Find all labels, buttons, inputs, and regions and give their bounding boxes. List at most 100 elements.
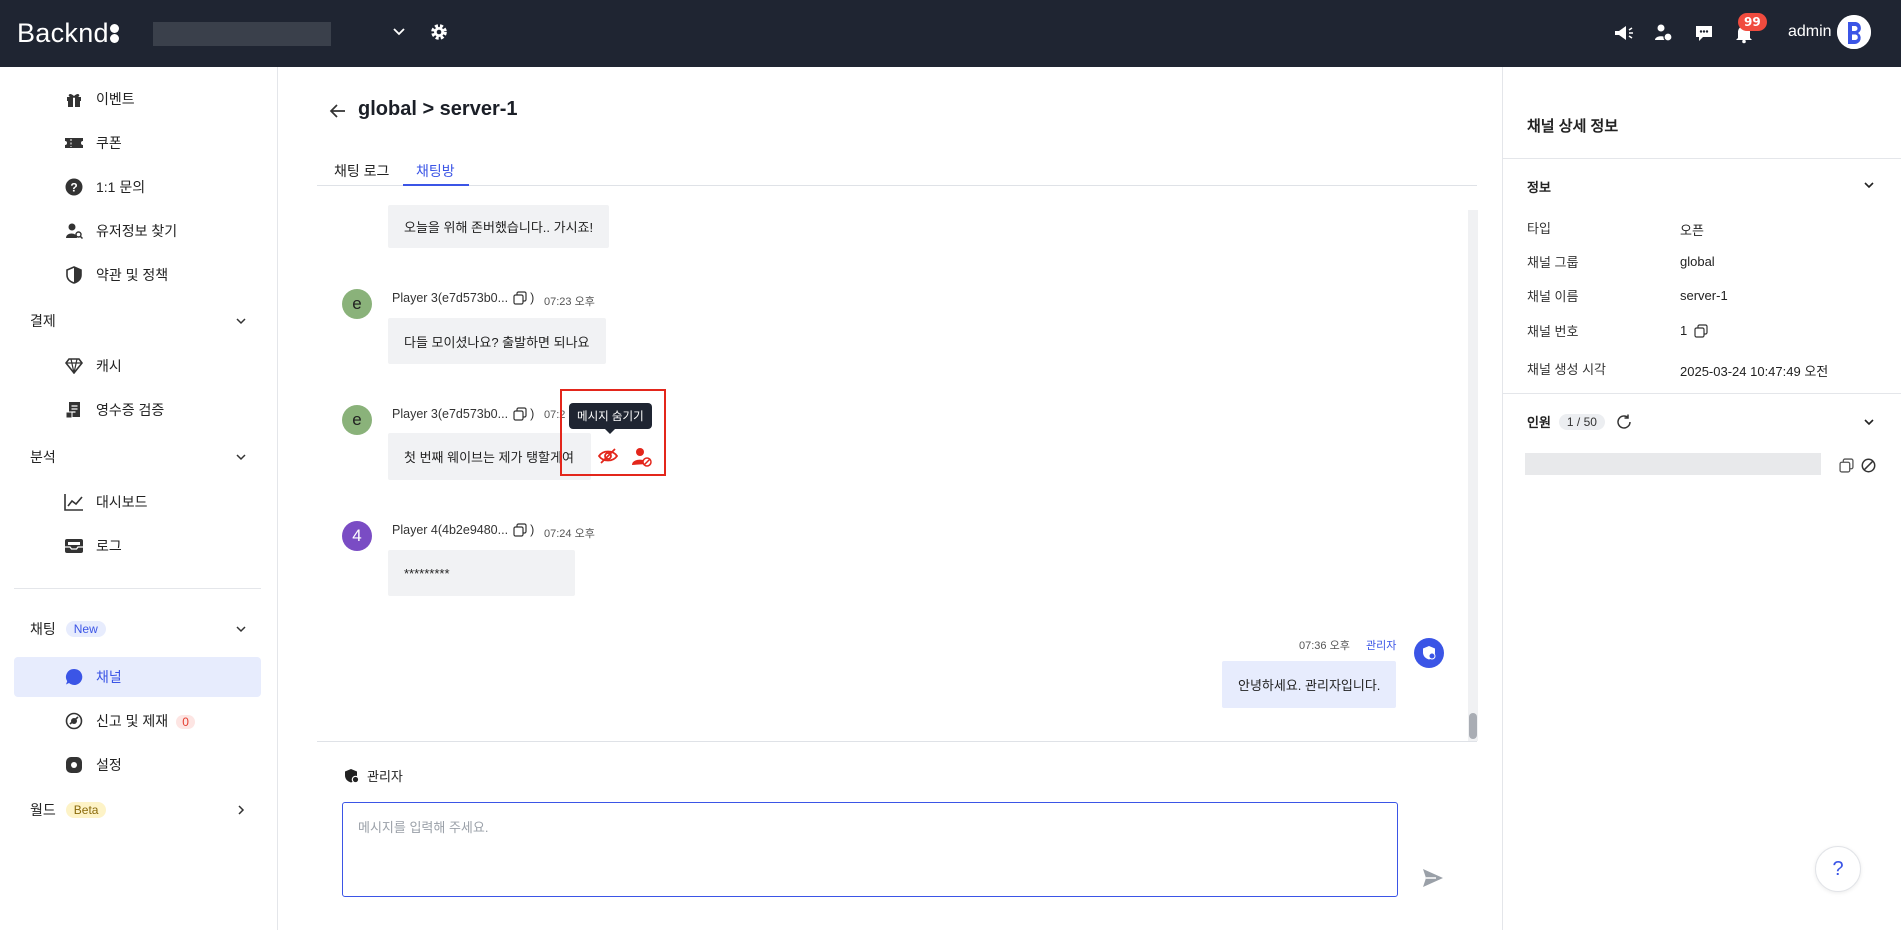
sidebar-item-label: 이벤트	[96, 91, 135, 107]
send-icon[interactable]	[1421, 866, 1445, 890]
report-icon	[64, 711, 84, 731]
message-sender-admin: 관리자	[1366, 640, 1397, 652]
section-info-header[interactable]: 정보	[1527, 177, 1551, 196]
composer-label: 관리자	[367, 769, 403, 784]
chevron-down-icon[interactable]	[1862, 415, 1876, 429]
divider	[1503, 158, 1901, 159]
sidebar-item-events[interactable]: 이벤트	[14, 79, 261, 119]
admin-name[interactable]: admin	[1788, 23, 1832, 41]
sidebar-divider	[14, 588, 261, 589]
sidebar-item-dashboard[interactable]: 대시보드	[14, 482, 261, 522]
chat-scroll-thumb[interactable]	[1469, 713, 1477, 739]
field-value: server-1	[1680, 288, 1728, 303]
sidebar-group-chat[interactable]: 채팅 New	[30, 614, 248, 644]
copy-icon[interactable]	[513, 523, 527, 537]
gear-icon[interactable]	[429, 22, 449, 42]
admin-avatar	[1414, 638, 1444, 668]
sidebar-item-label: 신고 및 제재 0	[96, 711, 195, 731]
sidebar-item-receipt[interactable]: 영수증 검증	[14, 390, 261, 430]
sender-paren: )	[530, 407, 535, 421]
sidebar-group-analytics[interactable]: 분석	[30, 442, 248, 472]
chevron-down-icon	[236, 454, 246, 461]
tab-chat-log[interactable]: 채팅 로그	[334, 161, 389, 186]
inbox-icon	[64, 536, 84, 556]
chat-divider	[317, 741, 1477, 742]
message-bubble: *********	[388, 550, 575, 596]
shield-user-icon	[345, 768, 360, 783]
chart-line-icon	[64, 492, 84, 512]
field-key: 채널 번호	[1527, 324, 1579, 339]
sidebar-group-world[interactable]: 월드 Beta	[30, 795, 248, 825]
divider	[1503, 393, 1901, 394]
field-key: 타입	[1527, 221, 1551, 236]
message-sender: Player 3(e7d573b0... )	[392, 407, 534, 421]
sidebar-item-label: 유저정보 찾기	[96, 223, 178, 239]
avatar[interactable]	[1837, 15, 1871, 49]
message-bubble: 안녕하세요. 관리자입니다.	[1222, 661, 1397, 708]
sidebar-item-settings[interactable]: 설정	[14, 745, 261, 785]
back-arrow-icon[interactable]	[328, 101, 348, 121]
section-members-header[interactable]: 인원 1 / 50	[1527, 412, 1633, 431]
message-time: 07:36 오후	[1299, 640, 1350, 652]
message-input[interactable]	[342, 802, 1398, 897]
sidebar-item-label: 캐시	[96, 358, 122, 374]
sidebar-item-label: 로그	[96, 538, 122, 554]
field-key: 채널 생성 시각	[1527, 362, 1606, 377]
sidebar-item-label: 쿠폰	[96, 135, 122, 151]
sender-paren: )	[530, 523, 535, 537]
copy-icon[interactable]	[1839, 458, 1854, 473]
sidebar-item-label: 채널	[96, 669, 122, 685]
sidebar-item-terms[interactable]: 약관 및 정책	[14, 255, 261, 295]
sidebar-item-channel[interactable]: 채널	[14, 657, 261, 697]
message-sender: Player 4(4b2e9480... )	[392, 523, 534, 537]
chevron-down-icon[interactable]	[392, 24, 406, 38]
sidebar-item-label: 1:1 문의	[96, 179, 146, 195]
sidebar-item-inquiry[interactable]: ? 1:1 문의	[14, 167, 261, 207]
sidebar-item-label: 대시보드	[96, 494, 148, 510]
project-select[interactable]	[153, 22, 331, 46]
sidebar-item-user-search[interactable]: 유저정보 찾기	[14, 211, 261, 251]
ban-icon[interactable]	[1861, 458, 1876, 473]
field-key: 채널 이름	[1527, 289, 1579, 304]
chat-bubble-icon[interactable]	[1693, 22, 1715, 44]
sidebar-group-payment[interactable]: 결제	[30, 306, 248, 336]
sender-paren: )	[530, 291, 535, 305]
copy-icon[interactable]	[513, 407, 527, 421]
shield-icon	[64, 265, 84, 285]
message-sender: Player 3(e7d573b0... )	[392, 291, 534, 305]
user-block-icon[interactable]	[631, 446, 653, 468]
channel-number: 1	[1680, 323, 1688, 338]
backnd-logo[interactable]: Backnd	[17, 18, 120, 49]
sidebar-item-report[interactable]: 신고 및 제재 0	[14, 701, 261, 741]
svg-text:?: ?	[70, 181, 77, 195]
sidebar-item-coupons[interactable]: 쿠폰	[14, 123, 261, 163]
chevron-down-icon	[236, 626, 246, 633]
composer-sender: 관리자	[344, 766, 403, 785]
report-count-badge: 0	[176, 715, 195, 729]
refresh-icon[interactable]	[1615, 413, 1633, 431]
tooltip: 메시지 숨기기	[569, 403, 652, 434]
field-value: 1	[1680, 323, 1708, 338]
user-swap-icon[interactable]	[1652, 22, 1674, 44]
copy-icon[interactable]	[513, 291, 527, 305]
group-label: 채팅	[30, 621, 56, 637]
sidebar-item-logs[interactable]: 로그	[14, 526, 261, 566]
receipt-icon	[64, 400, 84, 420]
tab-chat-room[interactable]: 채팅방	[403, 161, 469, 186]
field-value: global	[1680, 254, 1715, 269]
shield-user-icon	[1423, 646, 1436, 660]
field-value: 2025-03-24 10:47:49 오전	[1680, 364, 1829, 379]
help-button[interactable]: ?	[1815, 846, 1861, 892]
beta-tag: Beta	[65, 802, 107, 818]
sidebar-item-cash[interactable]: 캐시	[14, 346, 261, 386]
chevron-right-icon	[238, 805, 245, 815]
megaphone-icon[interactable]	[1612, 22, 1634, 44]
sidebar-item-label: 영수증 검증	[96, 402, 165, 418]
chevron-down-icon[interactable]	[1862, 178, 1876, 192]
eye-off-icon[interactable]	[597, 446, 619, 466]
sidebar-item-label: 설정	[96, 757, 122, 773]
chat-scrollbar[interactable]	[1468, 210, 1478, 741]
report-label: 신고 및 제재	[96, 713, 169, 729]
gift-icon	[64, 89, 84, 109]
copy-icon[interactable]	[1694, 323, 1708, 338]
